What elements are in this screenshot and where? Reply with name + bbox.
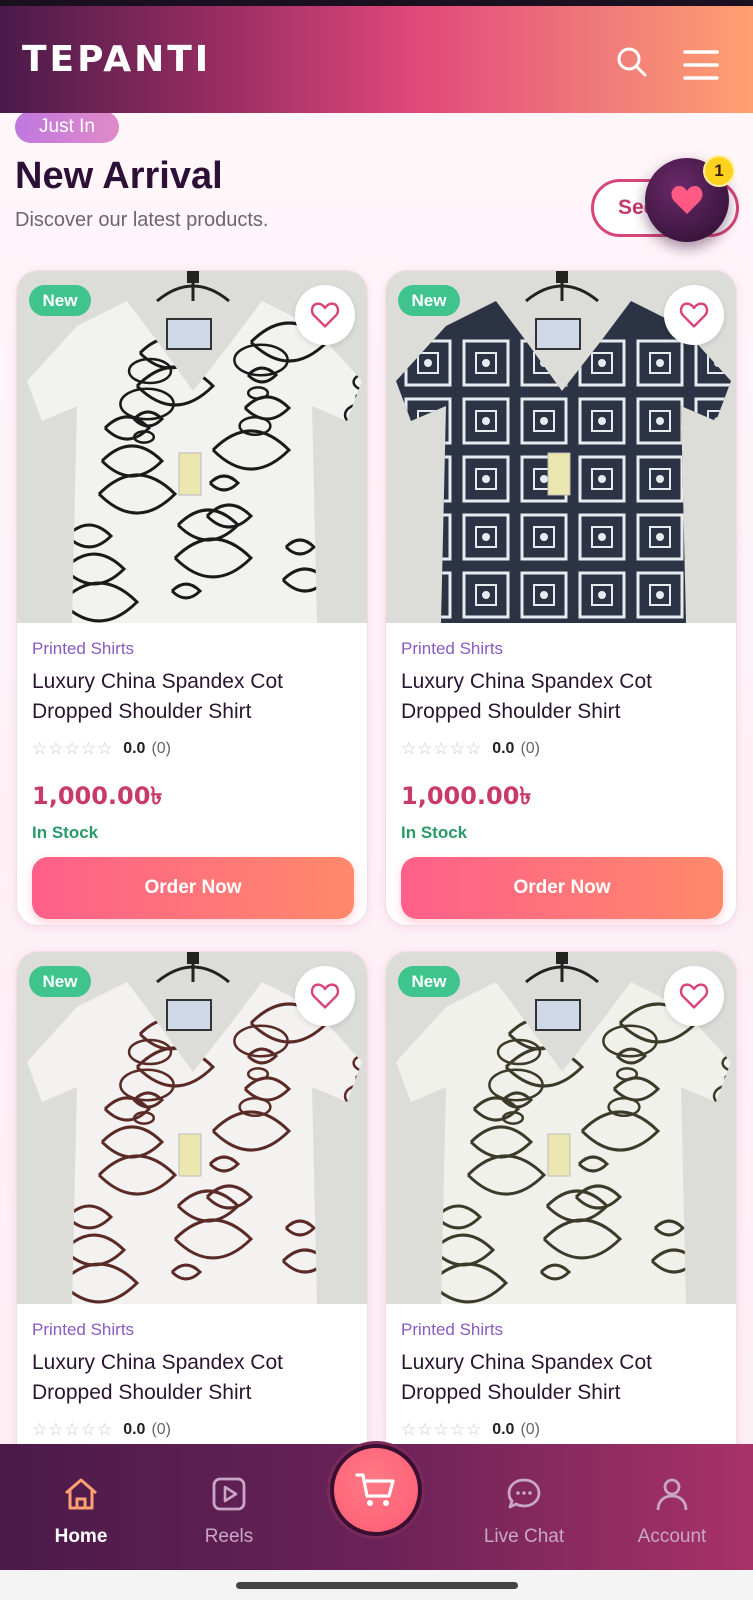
nav-live-chat-label: Live Chat bbox=[483, 1526, 565, 1547]
nav-home-label: Home bbox=[54, 1526, 108, 1547]
nav-account-label: Account bbox=[637, 1526, 707, 1547]
hamburger-menu-icon[interactable] bbox=[682, 48, 720, 82]
favorite-button[interactable] bbox=[664, 966, 724, 1026]
nav-home[interactable]: Home bbox=[21, 1444, 141, 1570]
product-rating: ☆☆☆☆☆ 0.0 (0) bbox=[32, 1420, 171, 1440]
star-rating-icons: ☆☆☆☆☆ bbox=[401, 739, 483, 759]
product-price: 1,000.00৳ bbox=[401, 782, 532, 810]
brand-logo[interactable]: TEPANTI bbox=[22, 39, 211, 80]
order-now-button[interactable]: Order Now bbox=[401, 857, 723, 919]
nav-reels-label: Reels bbox=[204, 1526, 254, 1547]
rating-score: 0.0 bbox=[492, 740, 515, 757]
heart-outline-icon bbox=[679, 302, 709, 328]
product-card[interactable]: New Printed Shirts Luxury China Spandex … bbox=[385, 951, 737, 1444]
section-subtitle: Discover our latest products. bbox=[15, 209, 269, 231]
star-rating-icons: ☆☆☆☆☆ bbox=[32, 1420, 114, 1440]
product-name[interactable]: Luxury China Spandex Cot Dropped Shoulde… bbox=[401, 1348, 726, 1408]
heart-outline-icon bbox=[679, 983, 709, 1009]
just-in-badge: Just In bbox=[15, 113, 119, 143]
favorite-button[interactable] bbox=[664, 285, 724, 345]
product-card[interactable]: New Printed Shirts Luxury China Spandex … bbox=[16, 951, 368, 1444]
reels-play-icon bbox=[212, 1477, 246, 1511]
product-price: 1,000.00৳ bbox=[32, 782, 163, 810]
main-content: Just In New Arrival Discover our latest … bbox=[0, 113, 753, 1444]
rating-score: 0.0 bbox=[123, 1421, 146, 1438]
home-icon bbox=[65, 1478, 97, 1510]
product-name[interactable]: Luxury China Spandex Cot Dropped Shoulde… bbox=[32, 1348, 357, 1408]
app-header: TEPANTI bbox=[0, 6, 753, 113]
new-badge: New bbox=[29, 966, 91, 997]
product-category[interactable]: Printed Shirts bbox=[401, 639, 503, 659]
product-category[interactable]: Printed Shirts bbox=[401, 1320, 503, 1340]
favorite-button[interactable] bbox=[295, 285, 355, 345]
new-badge: New bbox=[29, 285, 91, 316]
search-icon[interactable] bbox=[614, 44, 650, 80]
new-badge: New bbox=[398, 966, 460, 997]
stock-status: In Stock bbox=[32, 823, 99, 842]
nav-account[interactable]: Account bbox=[612, 1444, 732, 1570]
product-name[interactable]: Luxury China Spandex Cot Dropped Shoulde… bbox=[32, 667, 357, 727]
rating-score: 0.0 bbox=[492, 1421, 515, 1438]
cart-button[interactable] bbox=[330, 1444, 422, 1536]
heart-outline-icon bbox=[310, 983, 340, 1009]
stock-status: In Stock bbox=[401, 823, 468, 842]
product-rating: ☆☆☆☆☆ 0.0 (0) bbox=[401, 1420, 540, 1440]
review-count: (0) bbox=[151, 740, 172, 757]
section-title: New Arrival bbox=[15, 155, 223, 197]
product-category[interactable]: Printed Shirts bbox=[32, 639, 134, 659]
review-count: (0) bbox=[520, 1421, 541, 1438]
user-icon bbox=[656, 1478, 688, 1511]
star-rating-icons: ☆☆☆☆☆ bbox=[401, 1420, 483, 1440]
home-indicator[interactable] bbox=[236, 1582, 518, 1589]
nav-reels[interactable]: Reels bbox=[169, 1444, 289, 1570]
product-category[interactable]: Printed Shirts bbox=[32, 1320, 134, 1340]
heart-icon bbox=[671, 186, 703, 214]
product-rating: ☆☆☆☆☆ 0.0 (0) bbox=[401, 739, 540, 759]
chat-bubble-icon bbox=[507, 1478, 541, 1509]
heart-outline-icon bbox=[310, 302, 340, 328]
review-count: (0) bbox=[151, 1421, 172, 1438]
review-count: (0) bbox=[520, 740, 541, 757]
product-card[interactable]: New Printed Shirts Luxury China Spandex … bbox=[385, 270, 737, 926]
rating-score: 0.0 bbox=[123, 740, 146, 757]
product-name[interactable]: Luxury China Spandex Cot Dropped Shoulde… bbox=[401, 667, 726, 727]
product-card[interactable]: New Printed Shirts Luxury China Spandex … bbox=[16, 270, 368, 926]
order-now-button[interactable]: Order Now bbox=[32, 857, 354, 919]
wishlist-count-badge: 1 bbox=[703, 155, 735, 187]
product-rating: ☆☆☆☆☆ 0.0 (0) bbox=[32, 739, 171, 759]
star-rating-icons: ☆☆☆☆☆ bbox=[32, 739, 114, 759]
cart-icon bbox=[355, 1473, 395, 1506]
favorite-button[interactable] bbox=[295, 966, 355, 1026]
nav-live-chat[interactable]: Live Chat bbox=[464, 1444, 584, 1570]
new-badge: New bbox=[398, 285, 460, 316]
